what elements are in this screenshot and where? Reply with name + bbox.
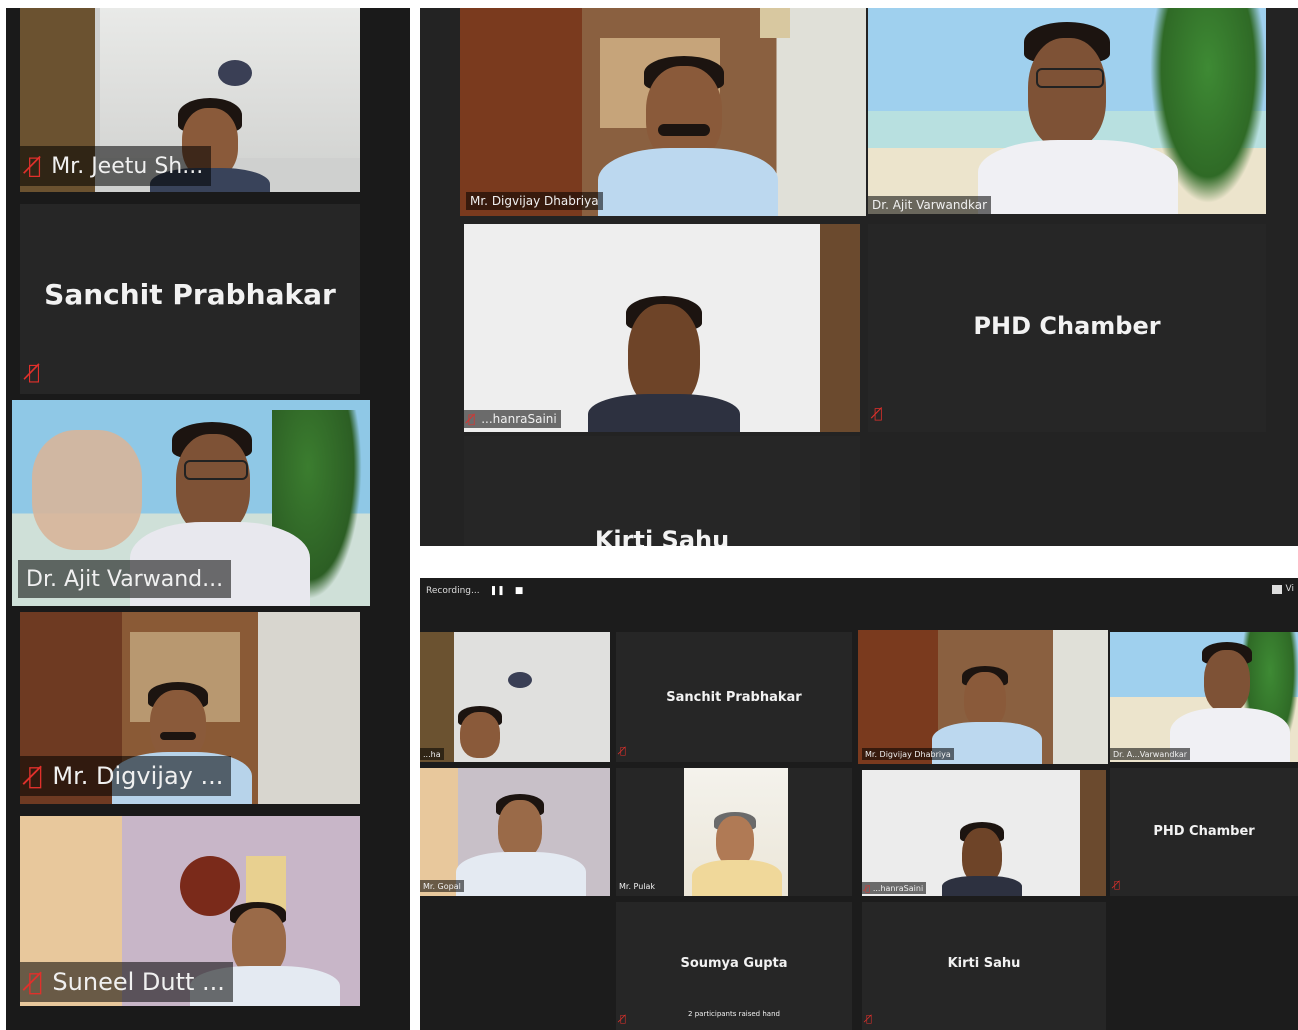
participant-tile[interactable]: PHD Chamber 🎙̸	[868, 224, 1266, 432]
participant-tile[interactable]: Soumya Gupta 2 participants raised hand …	[616, 902, 852, 1030]
muted-mic-icon: 🎙̸	[865, 883, 870, 893]
participant-name: Sanchit Prabhakar	[666, 690, 802, 705]
participant-video	[1110, 632, 1298, 762]
muted-mic-icon: 🎙̸	[28, 153, 42, 179]
participant-name-label: 🎙̸ ...hanraSaini	[464, 410, 561, 428]
participant-name-label: 🎙̸ ...hanraSaini	[862, 882, 927, 894]
view-label[interactable]: Vi	[1286, 584, 1294, 594]
participant-name-label: 🎙̸ Suneel Dutt ...	[20, 962, 233, 1002]
participant-tile[interactable]: Mr. Gopal	[420, 768, 610, 896]
muted-mic-icon: 🎙̸	[28, 360, 41, 384]
participant-name-label: 🎙̸ Mr. Digvijay ...	[20, 756, 232, 796]
muted-mic-icon: 🎙̸	[28, 968, 43, 996]
participant-tile[interactable]: Sanchit Prabhakar 🎙̸	[20, 204, 360, 394]
participant-video	[868, 8, 1266, 214]
gallery-view-icon[interactable]	[1271, 584, 1282, 594]
muted-mic-icon: 🎙̸	[1114, 880, 1121, 891]
participant-video	[420, 768, 610, 896]
participant-tile[interactable]: Dr. A...Varwandkar	[1110, 632, 1298, 762]
participant-name-label: 🎙̸ Mr. Jeetu Sh...	[20, 146, 212, 186]
participant-name-label: ...ha	[420, 748, 444, 760]
participant-tile[interactable]: Kirti Sahu 🎙̸	[862, 902, 1106, 1030]
muted-mic-icon: 🎙̸	[468, 412, 476, 426]
muted-mic-icon: 🎙̸	[620, 746, 627, 757]
pause-icon[interactable]: ❚❚	[490, 586, 505, 596]
participant-tile[interactable]: ...ha	[420, 632, 610, 762]
participant-tile[interactable]: 🎙̸ Suneel Dutt ...	[20, 816, 360, 1006]
meeting-topbar: Recording... ❚❚ ■ Vi	[420, 578, 1298, 604]
muted-mic-icon: 🎙̸	[866, 1014, 873, 1025]
stop-icon[interactable]: ■	[515, 586, 524, 596]
participant-video	[862, 770, 1106, 896]
participant-name: Soumya Gupta	[680, 956, 788, 971]
muted-mic-icon: 🎙̸	[874, 406, 883, 422]
raised-hand-notice: 2 participants raised hand	[688, 1010, 780, 1018]
participant-tile[interactable]: 🎙̸ ...hanraSaini	[464, 224, 860, 432]
participant-tile[interactable]: PHD Chamber 🎙̸	[1110, 768, 1298, 896]
top-right-gallery: Mr. Digvijay Dhabriya Dr. Ajit Varwandka…	[420, 8, 1298, 546]
participant-tile-active-speaker[interactable]: Mr. Digvijay Dhabriya	[858, 630, 1108, 764]
participant-video	[420, 632, 610, 762]
participant-name-label: Mr. Pulak	[619, 881, 656, 891]
participant-name-label: Mr. Gopal	[420, 880, 464, 892]
muted-mic-icon: 🎙̸	[28, 762, 43, 790]
recording-label: Recording...	[426, 586, 480, 596]
muted-mic-icon: 🎙̸	[620, 1014, 627, 1025]
participant-video	[858, 630, 1108, 764]
participant-video	[684, 768, 788, 896]
participant-video	[464, 224, 860, 432]
participant-name-label: Dr. Ajit Varwand...	[18, 560, 232, 598]
participant-name-label: Mr. Digvijay Dhabriya	[862, 748, 954, 760]
participant-tile[interactable]: 🎙̸ Mr. Digvijay ...	[20, 612, 360, 804]
participant-tile-active-speaker[interactable]: Dr. Ajit Varwand...	[12, 400, 370, 606]
participant-name: Kirti Sahu	[594, 526, 730, 546]
participant-name: Sanchit Prabhakar	[44, 278, 336, 311]
participant-tile[interactable]: 🎙̸ ...hanraSaini	[862, 770, 1106, 896]
participant-name: PHD Chamber	[1153, 824, 1255, 839]
participant-tile[interactable]: Sanchit Prabhakar 🎙̸	[616, 632, 852, 762]
participant-name-label: Dr. Ajit Varwandkar	[868, 196, 992, 214]
participant-name-label: Mr. Digvijay Dhabriya	[466, 192, 603, 210]
participant-tile[interactable]: 🎙̸ Mr. Jeetu Sh...	[20, 8, 360, 192]
participant-tile[interactable]: Kirti Sahu	[464, 436, 860, 546]
participant-video	[460, 8, 866, 216]
left-participant-strip: 🎙̸ Mr. Jeetu Sh... Sanchit Prabhakar 🎙̸ …	[6, 8, 410, 1030]
participant-tile[interactable]: Dr. Ajit Varwandkar	[868, 8, 1266, 214]
participant-name-label: Dr. A...Varwandkar	[1110, 748, 1191, 760]
bottom-right-gallery: Recording... ❚❚ ■ Vi ...ha Sanchit Prabh…	[420, 578, 1298, 1030]
participant-tile-active-speaker[interactable]: Mr. Digvijay Dhabriya	[460, 8, 866, 216]
participant-name: Kirti Sahu	[947, 956, 1021, 971]
participant-name: PHD Chamber	[973, 312, 1161, 340]
participant-tile[interactable]: Mr. Pulak	[616, 768, 852, 896]
